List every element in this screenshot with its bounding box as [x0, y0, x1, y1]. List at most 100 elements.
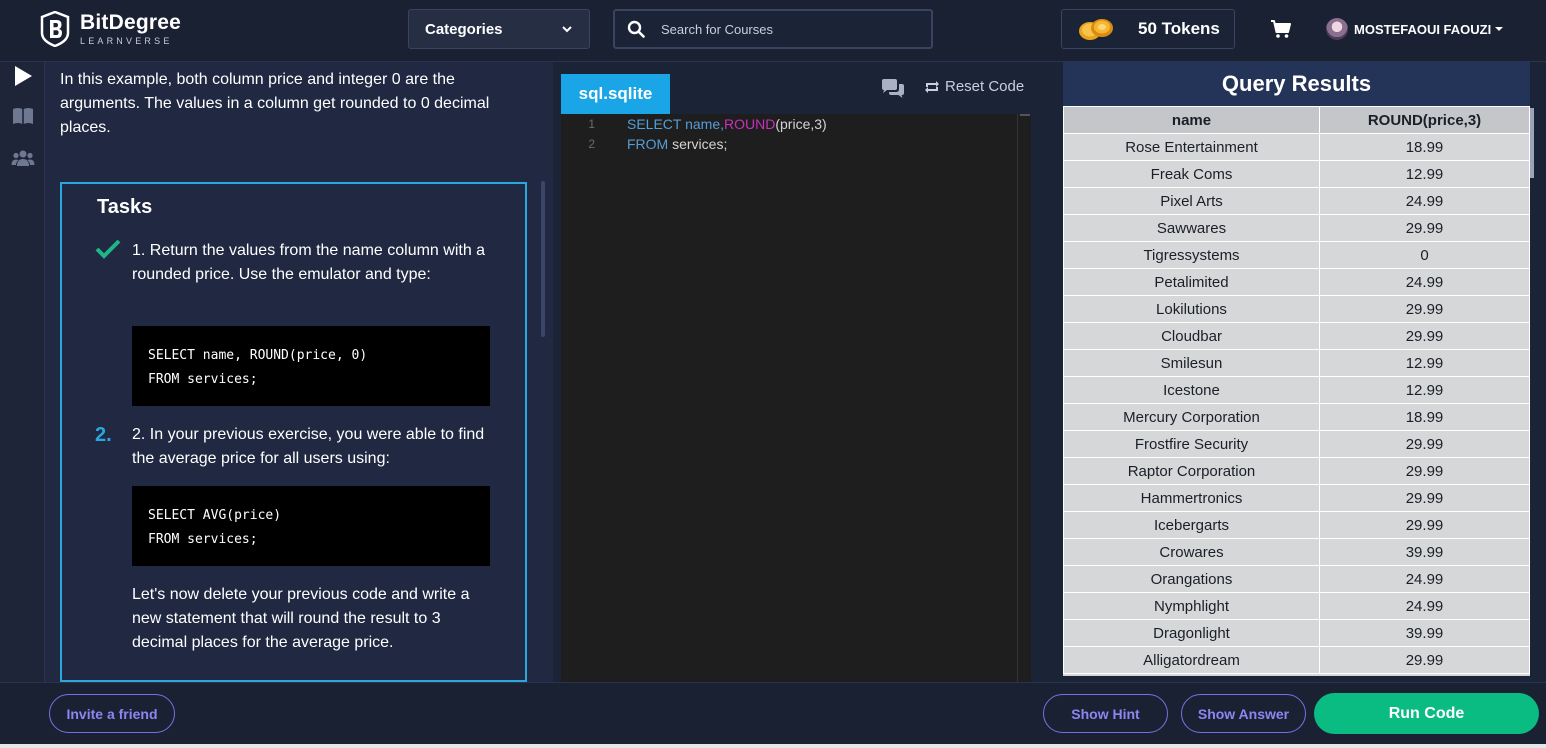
table-row: Raptor Corporation 29.99: [1063, 457, 1530, 485]
task-1-text: 1. Return the values from the name colum…: [132, 242, 486, 283]
cell-name: Alligatordream: [1063, 646, 1320, 674]
cell-round-price: 29.99: [1319, 295, 1530, 323]
show-hint-button[interactable]: Show Hint: [1043, 694, 1168, 733]
search-icon[interactable]: [627, 20, 645, 38]
results-scrollbar[interactable]: [1530, 62, 1546, 676]
table-row: Freak Coms 12.99: [1063, 160, 1530, 188]
table-row: Petalimited 24.99: [1063, 268, 1530, 296]
task-2-code: SELECT AVG(price) FROM services;: [132, 486, 490, 566]
cell-name: Rose Entertainment: [1063, 133, 1320, 161]
cell-round-price: 24.99: [1319, 268, 1530, 296]
cell-name: Orangations: [1063, 565, 1320, 593]
cell-round-price: 29.99: [1319, 457, 1530, 485]
show-answer-button[interactable]: Show Answer: [1181, 694, 1306, 733]
lesson-scrollbar[interactable]: [541, 181, 545, 337]
chat-icon[interactable]: [880, 78, 906, 100]
cell-name: Dragonlight: [1063, 619, 1320, 647]
table-row: Crowares 39.99: [1063, 538, 1530, 566]
user-name: MOSTEFAOUI FAOUZI: [1354, 21, 1492, 37]
code-editor[interactable]: 1 SELECT name,ROUND(price,3) 2 FROM serv…: [561, 114, 1031, 682]
cell-round-price: 18.99: [1319, 403, 1530, 431]
table-row: Lokilutions 29.99: [1063, 295, 1530, 323]
categories-label: Categories: [425, 20, 503, 38]
cell-round-price: 0: [1319, 241, 1530, 269]
cell-round-price: 29.99: [1319, 322, 1530, 350]
logo-name: BitDegree: [80, 11, 181, 34]
query-results-title: Query Results: [1063, 62, 1530, 106]
table-row: Sawwares 29.99: [1063, 214, 1530, 242]
cell-name: Sawwares: [1063, 214, 1320, 242]
categories-dropdown[interactable]: Categories: [408, 9, 590, 49]
window-bottom-edge: [0, 744, 1546, 748]
cell-round-price: 29.99: [1319, 430, 1530, 458]
cell-name: Hammertronics: [1063, 484, 1320, 512]
invite-friend-button[interactable]: Invite a friend: [49, 694, 175, 733]
code-line-1: 1 SELECT name,ROUND(price,3): [561, 114, 1017, 134]
editor-scrollbar[interactable]: [1017, 114, 1031, 682]
sql-text: (price,3): [775, 116, 827, 132]
query-results-panel: Query Results name ROUND(price,3) Rose E…: [1063, 62, 1530, 676]
bitdegree-logo[interactable]: BitDegree LEARNVERSE: [40, 11, 181, 47]
bitdegree-logo-icon: [40, 11, 70, 47]
cell-name: Crowares: [1063, 538, 1320, 566]
table-row: Pixel Arts 24.99: [1063, 187, 1530, 215]
search-bar: [613, 9, 933, 49]
tasks-title: Tasks: [97, 196, 153, 218]
top-header: BitDegree LEARNVERSE Categories 50 Token…: [0, 0, 1546, 62]
cell-name: Icebergarts: [1063, 511, 1320, 539]
sql-keyword: SELECT name,: [627, 116, 725, 132]
cell-round-price: 12.99: [1319, 376, 1530, 404]
cell-name: Tigressystems: [1063, 241, 1320, 269]
cell-round-price: 29.99: [1319, 214, 1530, 242]
lesson-intro-text: In this example, both column price and i…: [60, 71, 490, 136]
book-icon[interactable]: [11, 104, 35, 128]
task-2-followup: Let's now delete your previous code and …: [132, 586, 470, 651]
tokens-balance[interactable]: 50 Tokens: [1061, 9, 1235, 49]
cell-round-price: 29.99: [1319, 511, 1530, 539]
column-header-name: name: [1063, 106, 1320, 134]
shopping-cart-icon[interactable]: [1270, 18, 1292, 40]
table-row: Cloudbar 29.99: [1063, 322, 1530, 350]
cell-name: Icestone: [1063, 376, 1320, 404]
table-row: Hammertronics 29.99: [1063, 484, 1530, 512]
avatar: [1326, 18, 1348, 40]
cell-name: Mercury Corporation: [1063, 403, 1320, 431]
tab-sql-sqlite[interactable]: sql.sqlite: [561, 74, 670, 114]
left-icon-rail: [0, 62, 45, 682]
sql-function: ROUND: [724, 116, 776, 132]
column-header-round-price: ROUND(price,3): [1319, 106, 1530, 134]
cell-round-price: 39.99: [1319, 538, 1530, 566]
code-editor-panel: sql.sqlite Reset Code 1 SELECT name,ROUN…: [553, 62, 1048, 682]
play-icon[interactable]: [11, 64, 35, 88]
caret-down-icon: [1495, 27, 1504, 31]
reset-code-button[interactable]: Reset Code: [923, 78, 1024, 95]
line-number: 2: [588, 137, 595, 151]
lesson-panel: In this example, both column price and i…: [45, 62, 553, 682]
cell-name: Lokilutions: [1063, 295, 1320, 323]
cell-round-price: 12.99: [1319, 160, 1530, 188]
coins-icon: [1079, 19, 1113, 40]
cell-round-price: 29.99: [1319, 646, 1530, 674]
cell-round-price: 18.99: [1319, 133, 1530, 161]
cell-round-price: 39.99: [1319, 619, 1530, 647]
cell-name: Smilesun: [1063, 349, 1320, 377]
cell-round-price: 24.99: [1319, 187, 1530, 215]
table-row: Tigressystems 0: [1063, 241, 1530, 269]
run-code-button[interactable]: Run Code: [1314, 693, 1539, 734]
table-row: Icebergarts 29.99: [1063, 511, 1530, 539]
table-row: Icestone 12.99: [1063, 376, 1530, 404]
sql-text: services;: [668, 136, 728, 152]
logo-subtitle: LEARNVERSE: [80, 36, 173, 46]
results-table: name ROUND(price,3) Rose Entertainment 18…: [1063, 106, 1530, 674]
line-number: 1: [588, 117, 595, 131]
cell-name: Raptor Corporation: [1063, 457, 1320, 485]
cell-name: Cloudbar: [1063, 322, 1320, 350]
cell-name: Nymphlight: [1063, 592, 1320, 620]
table-row: Nymphlight 24.99: [1063, 592, 1530, 620]
chevron-down-icon: [562, 26, 572, 33]
search-input[interactable]: [661, 21, 911, 37]
cell-name: Frostfire Security: [1063, 430, 1320, 458]
community-icon[interactable]: [11, 146, 35, 170]
table-row: Orangations 24.99: [1063, 565, 1530, 593]
user-menu[interactable]: MOSTEFAOUI FAOUZI: [1326, 18, 1504, 40]
